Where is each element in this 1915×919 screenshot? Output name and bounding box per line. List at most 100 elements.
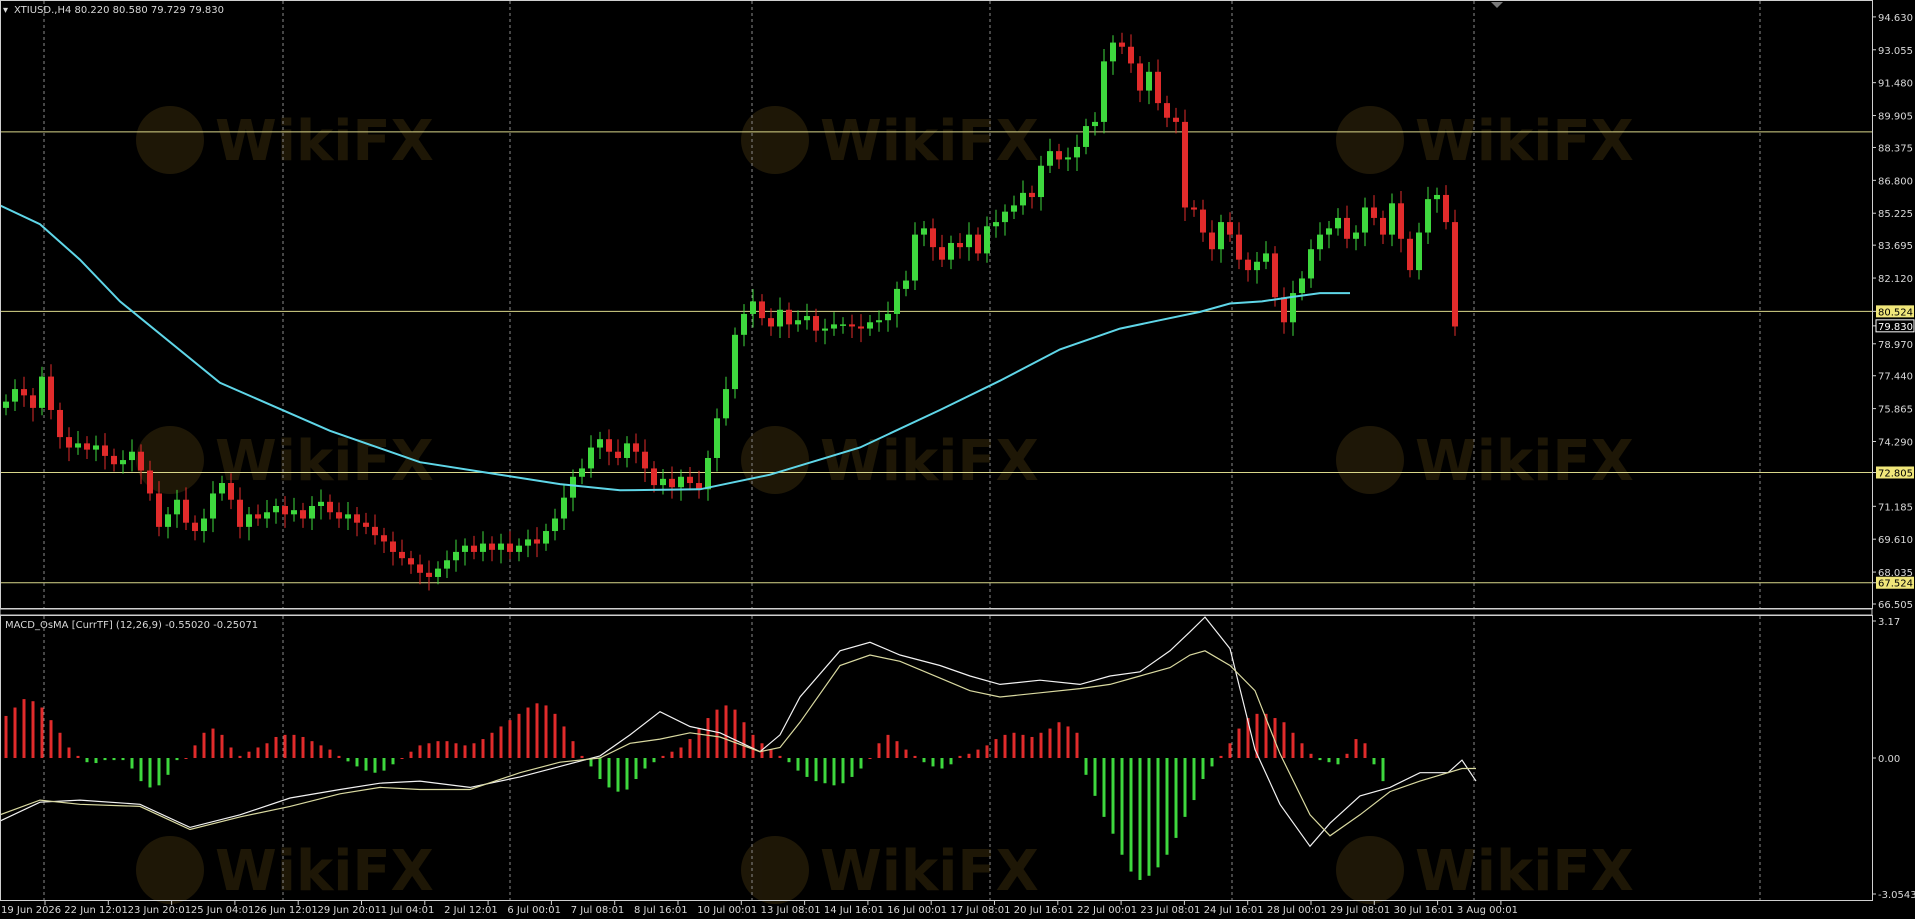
macd-histogram-bar [553, 713, 557, 758]
macd-histogram-bar [1048, 728, 1052, 758]
candle-body [57, 409, 63, 438]
candle-body [426, 572, 432, 577]
watermark-text: WikiFX [215, 429, 434, 494]
candle-body [327, 501, 333, 513]
macd-histogram-bar [1030, 736, 1034, 758]
time-label: 28 Jul 00:01 [1267, 905, 1327, 916]
macd-histogram-bar [13, 707, 17, 758]
macd-histogram-bar [994, 739, 998, 758]
time-label: 30 Jul 16:01 [1394, 905, 1454, 916]
macd-histogram-bar [1237, 728, 1241, 758]
price-label: 66.505 [1878, 600, 1913, 611]
macd-histogram-bar [571, 741, 575, 758]
candle-body [138, 451, 144, 471]
time-label: 13 Jul 08:01 [761, 905, 821, 916]
candle-body [498, 543, 504, 550]
candle-body [561, 497, 567, 519]
macd-histogram-bar [1372, 758, 1376, 765]
candle-body [507, 543, 513, 552]
macd-histogram-bar [1183, 758, 1187, 817]
candle-body [489, 543, 495, 550]
candle-body [219, 483, 225, 494]
macd-histogram-bar [1363, 743, 1367, 758]
macd-histogram-bar [373, 758, 377, 773]
macd-histogram-bar [220, 734, 224, 758]
macd-histogram-bar [913, 755, 917, 758]
macd-histogram-bar [1219, 755, 1223, 758]
macd-histogram-bar [796, 758, 800, 771]
macd-histogram-bar [85, 758, 89, 763]
candle-body [1083, 126, 1089, 147]
macd-histogram-bar [850, 758, 854, 777]
candle-body [1227, 222, 1233, 235]
pane-separator[interactable] [0, 608, 1873, 616]
candle-body [1020, 192, 1026, 206]
candle-body [300, 510, 306, 519]
watermark-text: WikiFX [215, 109, 434, 174]
macd-histogram-bar [130, 758, 134, 769]
candle-body [1317, 234, 1323, 250]
macd-histogram-bar [607, 758, 611, 788]
trading-chart[interactable]: WikiFX WikiFX WikiFX WikiFX WikiFX WikiFX Wiki… [0, 0, 1915, 919]
candle-body [786, 309, 792, 325]
candle-body [993, 222, 999, 227]
macd-histogram-bar [265, 743, 269, 758]
macd-histogram-bar [400, 758, 404, 759]
watermark-text: WikiFX [820, 429, 1039, 494]
macd-histogram-bar [427, 743, 431, 758]
macd-histogram-bar [40, 707, 44, 758]
candle-body [210, 493, 216, 519]
candle-body [273, 505, 279, 513]
macd-histogram-bar [886, 734, 890, 758]
macd-histogram-bar [382, 758, 386, 771]
candle-body [1335, 217, 1341, 229]
macd-histogram-bar [643, 758, 647, 769]
macd-histogram-bar [58, 732, 62, 758]
candle-body [1209, 232, 1215, 250]
macd-histogram-bar [283, 734, 287, 758]
candle-body [183, 499, 189, 523]
candle-body [615, 451, 621, 458]
candle-body [1128, 46, 1134, 64]
candle-body [93, 445, 99, 450]
time-label: 7 Jul 08:01 [571, 905, 625, 916]
macd-histogram-bar [4, 715, 8, 758]
macd-histogram-bar [1147, 758, 1151, 876]
macd-histogram-bar [445, 741, 449, 758]
candle-body [1353, 232, 1359, 239]
macd-histogram-bar [310, 741, 314, 758]
macd-histogram-bar [166, 758, 170, 775]
candle-body [363, 522, 369, 527]
macd-histogram-bar [751, 734, 755, 758]
macd-histogram-bar [697, 728, 701, 758]
macd-histogram-bar [580, 755, 584, 758]
time-label: 14 Jul 16:01 [824, 905, 884, 916]
macd-histogram-bar [877, 743, 881, 758]
candle-body [408, 558, 414, 565]
macd-histogram-bar [661, 755, 665, 758]
watermark-badge [136, 426, 204, 494]
candle-body [570, 476, 576, 498]
candle-body [1263, 253, 1269, 262]
candle-body [255, 514, 261, 519]
candle-body [813, 316, 819, 331]
candle-body [579, 468, 585, 477]
macd-histogram-bar [436, 741, 440, 758]
macd-histogram-bar [1318, 758, 1322, 761]
candle-body [336, 512, 342, 519]
candle-body [1272, 253, 1278, 298]
candle-body [1200, 209, 1206, 233]
candle-body [39, 376, 45, 408]
candle-body [444, 560, 450, 569]
price-label: 85.225 [1878, 209, 1913, 220]
watermark-text: WikiFX [820, 109, 1039, 174]
candle-body [921, 228, 927, 235]
candle-body [588, 447, 594, 469]
candle-body [714, 418, 720, 458]
candle-body [471, 545, 477, 552]
candle-body [147, 470, 153, 494]
macd-histogram-bar [67, 747, 71, 758]
macd-histogram-bar [1381, 758, 1385, 782]
candle-body [1155, 71, 1161, 104]
macd-histogram-bar [481, 739, 485, 758]
